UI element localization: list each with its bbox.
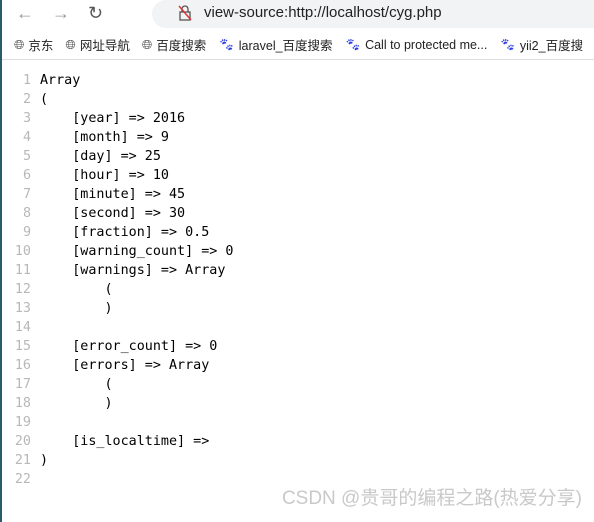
forward-icon[interactable]: →	[52, 3, 70, 24]
line-text: (	[40, 282, 113, 297]
line-text: [warning_count] => 0	[40, 244, 234, 259]
bookmark-item[interactable]: 🌐︎ 京东	[14, 35, 53, 54]
browser-toolbar: ← → ↻ view-source:http://localhost/cyg.p…	[2, 0, 594, 30]
line-number: 3	[22, 111, 31, 126]
source-line: 22	[2, 470, 233, 489]
line-text: [is_localtime] =>	[40, 434, 218, 449]
line-number: 20	[14, 434, 31, 449]
source-line: 15 [error_count] => 0	[2, 337, 233, 356]
source-line: 9 [fraction] => 0.5	[2, 223, 233, 242]
source-line: 8 [second] => 30	[2, 204, 233, 223]
line-text: Array	[40, 73, 81, 88]
line-number: 13	[14, 301, 31, 316]
source-line: 6 [hour] => 10	[2, 166, 233, 185]
line-text: [second] => 30	[40, 206, 186, 221]
line-text: )	[40, 301, 113, 316]
back-icon[interactable]: ←	[16, 3, 34, 24]
line-number: 22	[14, 472, 31, 487]
line-number: 19	[14, 415, 31, 430]
source-line: 2(	[2, 90, 233, 109]
source-line: 4 [month] => 9	[2, 128, 233, 147]
line-text: [errors] => Array	[40, 358, 210, 373]
line-number: 8	[22, 206, 31, 221]
address-bar[interactable]: view-source:http://localhost/cyg.php	[152, 0, 594, 28]
line-number: 2	[22, 92, 31, 107]
globe-icon: 🌐︎	[141, 36, 153, 52]
bookmark-item[interactable]: 🐾︎ yii2_百度搜	[499, 35, 583, 54]
line-text: (	[40, 377, 113, 392]
line-text: [warnings] => Array	[40, 263, 226, 278]
bookmarks-bar: 🌐︎ 京东 🌐︎ 网址导航 🌐︎ 百度搜索 🐾︎ laravel_百度搜索 🐾︎ Call to …	[2, 30, 594, 60]
line-number: 12	[14, 282, 31, 297]
globe-icon: 🌐︎	[65, 36, 76, 52]
source-line: 13 )	[2, 299, 233, 318]
line-text: [day] => 25	[40, 149, 161, 164]
bookmark-label: yii2_百度搜	[519, 39, 584, 53]
line-number: 9	[22, 225, 31, 240]
line-number: 7	[22, 187, 31, 202]
source-view: 1 Array 2(3 [year] => 2016 4 [month] => 95 …	[2, 71, 234, 489]
bookmark-label: Call to protected me...	[365, 37, 488, 52]
line-text: )	[40, 396, 113, 411]
line-text: [month] => 9	[40, 130, 169, 145]
globe-icon: 🌐︎	[14, 36, 25, 52]
watermark: CSDN @贵哥的编程之路(热爱分享)	[281, 488, 582, 509]
bookmark-item[interactable]: 🐾︎ laravel_百度搜索	[218, 35, 332, 54]
line-number: 4	[22, 130, 31, 145]
line-number: 11	[14, 263, 31, 278]
line-number: 14	[14, 320, 31, 335]
bookmark-label: 百度搜索	[156, 39, 207, 53]
source-line: 5 [day] => 25	[2, 147, 233, 166]
source-line: 3 [year] => 2016	[2, 109, 233, 128]
url-text: view-source:http://localhost/cyg.php	[204, 4, 442, 21]
source-line: 11 [warnings] => Array	[2, 261, 233, 280]
line-text: [error_count] => 0	[40, 339, 218, 354]
source-line: 10 [warning_count] => 0	[2, 242, 234, 261]
line-number: 6	[22, 168, 31, 183]
line-number: 21	[14, 453, 31, 468]
line-text: [year] => 2016	[40, 111, 186, 126]
source-line: 21)	[2, 451, 233, 470]
bookmark-label: 京东	[28, 39, 54, 53]
line-number: 1	[22, 73, 31, 88]
source-line: 12 (	[2, 280, 233, 299]
source-line: 1 Array	[2, 71, 233, 90]
line-number: 15	[14, 339, 31, 354]
line-number: 17	[14, 377, 31, 392]
source-line: 18 )	[2, 394, 233, 413]
source-line: 7 [minute] => 45	[2, 185, 233, 204]
line-number: 10	[14, 244, 31, 259]
source-line: 17 (	[2, 375, 233, 394]
line-text: [fraction] => 0.5	[40, 225, 210, 240]
reload-icon[interactable]: ↻	[88, 3, 103, 24]
source-line: 16 [errors] => Array	[2, 356, 233, 375]
baidu-paw-icon: 🐾︎	[218, 36, 235, 52]
baidu-paw-icon: 🐾︎	[344, 36, 362, 52]
line-number: 18	[14, 396, 31, 411]
line-text: )	[40, 453, 49, 468]
bookmark-item[interactable]: 🌐︎ 网址导航	[65, 35, 129, 54]
line-text: [minute] => 45	[40, 187, 186, 202]
line-number: 5	[22, 149, 31, 164]
bookmark-item[interactable]: 🐾︎ Call to protected me...	[345, 37, 488, 53]
source-line: 20 [is_localtime] =>	[2, 432, 233, 451]
bookmark-label: laravel_百度搜索	[238, 39, 333, 53]
line-text: (	[40, 92, 49, 107]
line-number: 16	[14, 358, 31, 373]
bookmark-item[interactable]: 🌐︎ 百度搜索	[142, 35, 206, 54]
baidu-paw-icon: 🐾︎	[499, 36, 516, 52]
source-line: 14	[2, 318, 233, 337]
bookmark-label: 网址导航	[79, 39, 130, 53]
source-line: 19	[2, 413, 233, 432]
not-secure-lock-icon	[178, 5, 192, 21]
line-text: [hour] => 10	[40, 168, 169, 183]
